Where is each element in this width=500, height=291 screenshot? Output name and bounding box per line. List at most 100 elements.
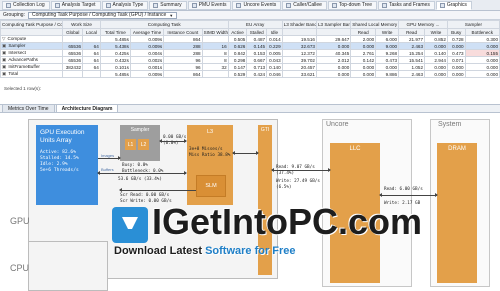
- table-cell: 12.372: [281, 49, 317, 57]
- row-name-cell[interactable]: ▣ Intersect: [0, 49, 64, 57]
- group-header[interactable]: Sampler: [446, 20, 500, 29]
- table-cell: 32: [201, 63, 229, 71]
- expand-toggle-icon[interactable]: ▽: [2, 37, 6, 42]
- analysis-icon: [105, 2, 111, 8]
- column-header[interactable]: Stalled: [246, 28, 268, 36]
- tab-caller-callee[interactable]: Caller/Callee: [282, 0, 327, 10]
- tab-label: PMU Events: [198, 2, 227, 8]
- table-cell: 0.155: [464, 49, 500, 57]
- caller-icon: [286, 2, 292, 8]
- tab-summary[interactable]: Summary: [149, 0, 187, 10]
- dram-block[interactable]: DRAM: [437, 143, 477, 283]
- row-name-cell[interactable]: ▣ Total: [0, 70, 64, 78]
- expand-toggle-icon[interactable]: ▣: [2, 44, 6, 49]
- column-header[interactable]: [281, 28, 317, 36]
- tab-analysis-type[interactable]: Analysis Type: [101, 0, 149, 10]
- table-row[interactable]: ▣ Sampler 65536 64 5.438s 0.009s 288 16 0.626 0.1…: [0, 42, 500, 50]
- eu-l3-bandwidth: 53.6 GB/s (33.4%): [118, 177, 162, 182]
- table-cell: 0.432s: [99, 56, 131, 64]
- column-header[interactable]: Local: [82, 28, 101, 36]
- column-header[interactable]: Average Time: [129, 28, 165, 36]
- tab-collection-log[interactable]: Collection Log: [2, 0, 50, 10]
- expand-toggle-icon[interactable]: ▣: [2, 51, 6, 56]
- expand-toggle-icon[interactable]: ▣: [2, 58, 6, 63]
- expand-toggle-icon[interactable]: ▣: [2, 65, 6, 70]
- column-header[interactable]: [315, 28, 352, 36]
- tab-analysis-target[interactable]: Analysis Target: [50, 0, 101, 10]
- table-cell: 864: [163, 70, 203, 78]
- column-header[interactable]: Bottleneck: [464, 28, 500, 36]
- column-header[interactable]: [0, 28, 64, 36]
- tab-tasks-frames[interactable]: Tasks and Frames: [377, 0, 435, 10]
- table-cell: 19.516: [281, 35, 317, 43]
- column-header[interactable]: Read: [350, 28, 377, 36]
- group-header[interactable]: Computing Task: [99, 20, 229, 29]
- row-name-cell[interactable]: ▽ Compute: [0, 35, 64, 43]
- target-icon: [54, 2, 60, 8]
- table-cell: 0.002s: [129, 56, 165, 64]
- table-cell: 0.009s: [129, 70, 165, 78]
- table-cell: 0.298: [227, 56, 248, 64]
- table-row[interactable]: ▽ Compute 5.485s 0.009s 864 0.505 0.487 0.014 19…: [0, 35, 500, 43]
- tab-architecture-diagram[interactable]: Architecture Diagram: [55, 104, 119, 112]
- group-header[interactable]: EU Array: [227, 20, 283, 29]
- tab-graphics[interactable]: Graphics: [435, 0, 472, 10]
- group-header[interactable]: Computing Task Purpose / Computing Task …: [0, 20, 64, 29]
- row-name-cell[interactable]: ▣ AdvancePaths: [0, 56, 64, 64]
- table-cell: 39.702: [281, 56, 317, 64]
- tab-metrics-over-time[interactable]: Metrics Over Time: [2, 104, 55, 112]
- column-header[interactable]: SIMD Width: [201, 28, 229, 36]
- column-header[interactable]: Read: [398, 28, 426, 36]
- table-cell: 65536: [62, 49, 84, 57]
- table-cell: 21.977: [398, 35, 426, 43]
- column-header[interactable]: Active: [227, 28, 248, 36]
- group-header[interactable]: GPU Memory ...: [398, 20, 448, 29]
- table-cell: 9.000: [375, 42, 400, 50]
- table-cell: 9.886: [375, 70, 400, 78]
- graphics-icon: [439, 2, 445, 8]
- table-cell: 0.005: [266, 49, 283, 57]
- sampler-block[interactable]: Sampler L1 L2: [120, 125, 160, 161]
- expand-toggle-icon[interactable]: ▣: [2, 72, 6, 77]
- group-header[interactable]: Work Size: [62, 20, 101, 29]
- eu-array-block[interactable]: GPU Execution Units Array Active: 82.6% …: [36, 125, 98, 205]
- table-cell: 0.142: [350, 56, 377, 64]
- column-header[interactable]: Total Time: [99, 28, 131, 36]
- column-header[interactable]: Write: [424, 28, 448, 36]
- grouping-select[interactable]: Computing Task Purpose / Computing Task …: [27, 11, 178, 19]
- table-row[interactable]: ▣ Intersect 65536 64 0.425s 0.004s 288 8 0.842 0.…: [0, 49, 500, 57]
- column-header[interactable]: Write: [375, 28, 400, 36]
- row-name-cell[interactable]: ▣ Sampler: [0, 42, 64, 50]
- l3-title: L3: [206, 129, 214, 135]
- sampler-busy: Busy: 0.0%: [122, 163, 148, 168]
- slm-block[interactable]: SLM: [196, 175, 226, 197]
- tab-top-down-tree[interactable]: Top-down Tree: [327, 0, 377, 10]
- table-cell: 382432: [62, 63, 84, 71]
- column-header[interactable]: Idle: [266, 28, 283, 36]
- table-cell: 288: [163, 42, 203, 50]
- row-name-cell[interactable]: ▣ InitFrameBuffer: [0, 63, 64, 71]
- table-row[interactable]: ▣ Total 5.485s 0.009s 864 0.529 0.424 0.046 33.6…: [0, 70, 500, 78]
- table-cell: 2.000: [350, 35, 377, 43]
- table-cell: [82, 70, 101, 78]
- table-row[interactable]: ▣ AdvancePaths 65536 64 0.432s 0.002s 96 8 0.298…: [0, 56, 500, 64]
- column-header[interactable]: Busy: [446, 28, 466, 36]
- summary-icon: [153, 2, 159, 8]
- watermark: IGetIntoPC.com Download Latest Software …: [112, 203, 422, 267]
- column-header[interactable]: Instance Count: [163, 28, 203, 36]
- eu-sampler-connector: [98, 156, 121, 160]
- group-header[interactable]: L3 Shader Bandwidth, ...: [281, 20, 317, 29]
- group-header[interactable]: L3 Sampler Bandwidth, ...: [315, 20, 352, 29]
- column-header[interactable]: Global: [62, 28, 84, 36]
- tree-icon: [331, 2, 337, 8]
- table-cell: 0.140: [424, 49, 448, 57]
- tab-uncore-events[interactable]: Uncore Events: [232, 0, 282, 10]
- table-cell: 8: [201, 49, 229, 57]
- table-row[interactable]: ▣ InitFrameBuffer 382432 64 0.101s 0.001s 96 32…: [0, 63, 500, 71]
- tab-pmu-events[interactable]: PMU Events: [187, 0, 232, 10]
- cpu-panel: [28, 241, 108, 291]
- table-cell: 288: [163, 49, 203, 57]
- group-header[interactable]: Shared Local Memory ...: [350, 20, 400, 29]
- table-cell: [82, 35, 101, 43]
- slm-read: Scr Read: 0.00 GB/s: [120, 193, 170, 198]
